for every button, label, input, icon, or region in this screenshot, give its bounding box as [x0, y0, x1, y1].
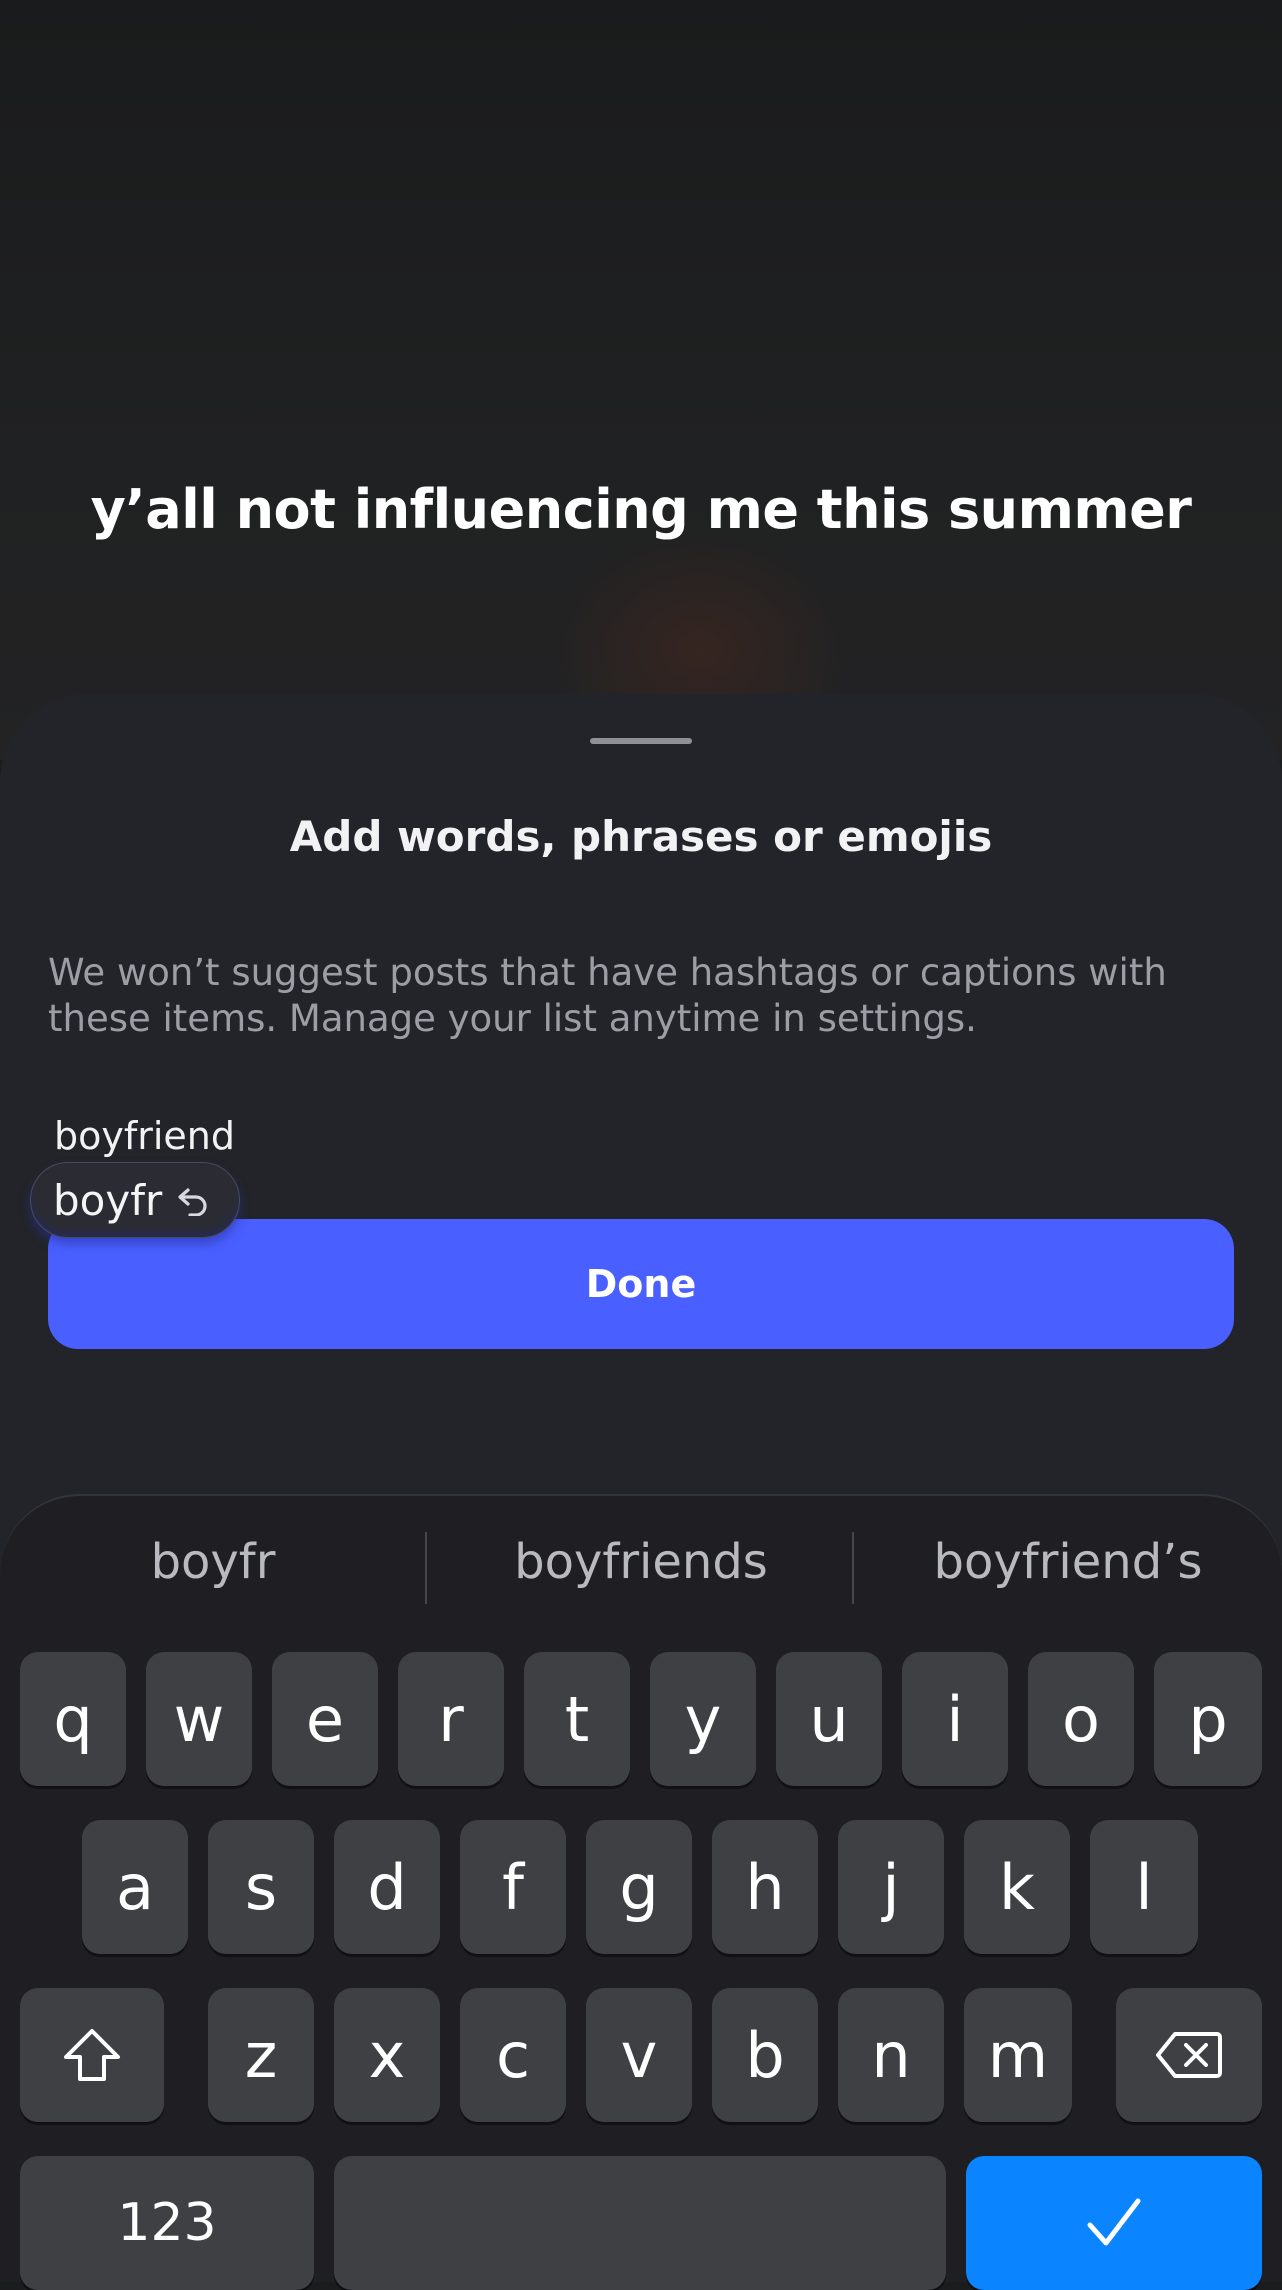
key-y[interactable]: y — [650, 1652, 756, 1786]
autocorrect-undo-bubble[interactable]: boyfr — [30, 1162, 240, 1238]
done-button[interactable]: Done — [48, 1219, 1234, 1349]
shift-icon — [64, 2029, 120, 2081]
key-t[interactable]: t — [524, 1652, 630, 1786]
keyboard: boyfr boyfriends boyfriend’s q w e r t y… — [0, 1494, 1282, 2290]
space-key[interactable] — [334, 2156, 946, 2290]
key-j[interactable]: j — [838, 1820, 944, 1954]
sheet-drag-handle[interactable] — [590, 738, 692, 744]
undo-icon — [178, 1188, 207, 1216]
shift-key[interactable] — [20, 1988, 164, 2122]
key-k[interactable]: k — [964, 1820, 1070, 1954]
word-input[interactable]: boyfriend — [54, 1114, 235, 1158]
return-key[interactable] — [966, 2156, 1262, 2290]
key-q[interactable]: q — [20, 1652, 126, 1786]
backspace-icon — [1156, 2032, 1222, 2078]
backspace-key[interactable] — [1116, 1988, 1262, 2122]
video-caption: y’all not influencing me this summer — [90, 478, 1192, 541]
key-z[interactable]: z — [208, 1988, 314, 2122]
video-backdrop — [0, 0, 1282, 760]
key-s[interactable]: s — [208, 1820, 314, 1954]
suggestion-3[interactable]: boyfriend’s — [854, 1534, 1282, 1590]
key-f[interactable]: f — [460, 1820, 566, 1954]
key-p[interactable]: p — [1154, 1652, 1262, 1786]
numbers-key[interactable]: 123 — [20, 2156, 314, 2290]
key-n[interactable]: n — [838, 1988, 944, 2122]
key-i[interactable]: i — [902, 1652, 1008, 1786]
suggestion-bar: boyfr boyfriends boyfriend’s — [0, 1496, 1282, 1620]
autocorrect-original-word: boyfr — [53, 1175, 163, 1225]
key-x[interactable]: x — [334, 1988, 440, 2122]
key-w[interactable]: w — [146, 1652, 252, 1786]
suggestion-1[interactable]: boyfr — [0, 1534, 426, 1590]
key-o[interactable]: o — [1028, 1652, 1134, 1786]
suggestion-2[interactable]: boyfriends — [427, 1534, 855, 1590]
key-r[interactable]: r — [398, 1652, 504, 1786]
key-h[interactable]: h — [712, 1820, 818, 1954]
key-a[interactable]: a — [82, 1820, 188, 1954]
key-e[interactable]: e — [272, 1652, 378, 1786]
key-b[interactable]: b — [712, 1988, 818, 2122]
sheet-title: Add words, phrases or emojis — [289, 812, 993, 861]
key-v[interactable]: v — [586, 1988, 692, 2122]
key-c[interactable]: c — [460, 1988, 566, 2122]
key-l[interactable]: l — [1090, 1820, 1198, 1954]
key-u[interactable]: u — [776, 1652, 882, 1786]
key-g[interactable]: g — [586, 1820, 692, 1954]
key-m[interactable]: m — [964, 1988, 1072, 2122]
checkmark-icon — [1087, 2198, 1141, 2246]
key-d[interactable]: d — [334, 1820, 440, 1954]
sheet-description: We won’t suggest posts that have hashtag… — [48, 951, 1167, 1040]
